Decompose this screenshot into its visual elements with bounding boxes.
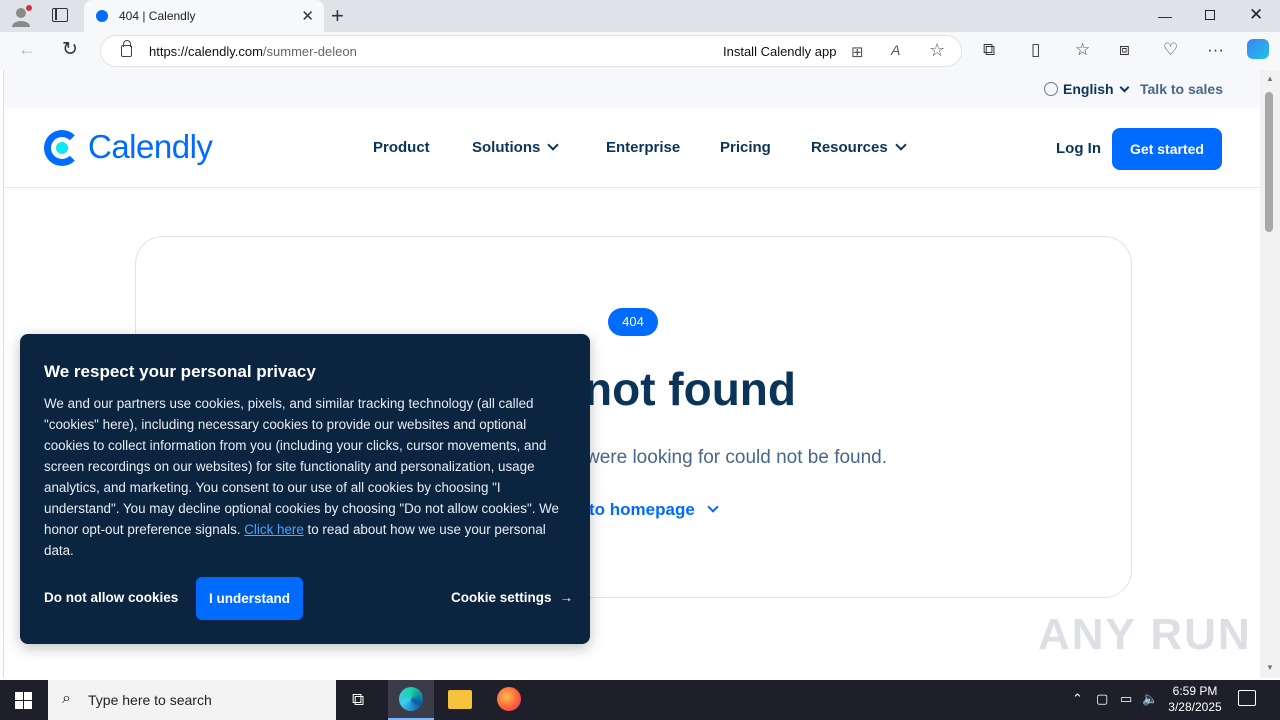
nav-enterprise[interactable]: Enterprise	[606, 139, 680, 156]
tray-chevron-up-icon[interactable]: ⌃	[1072, 691, 1083, 707]
cookie-settings-button[interactable]: Cookie settings →	[451, 590, 573, 605]
clock-date: 3/28/2025	[1168, 700, 1222, 714]
logo-text: Calendly	[88, 128, 213, 165]
window-close-icon[interactable]: ✕	[1249, 5, 1263, 25]
i-understand-button[interactable]: I understand	[196, 577, 303, 620]
nav-pricing[interactable]: Pricing	[720, 139, 771, 156]
login-link[interactable]: Log In	[1056, 140, 1101, 157]
chevron-down-icon	[895, 139, 907, 151]
cookie-consent-dialog: We respect your personal privacy We and …	[20, 334, 590, 644]
minimize-icon[interactable]: —	[1158, 8, 1172, 24]
copilot-icon[interactable]	[1247, 39, 1269, 59]
nav-resources[interactable]: Resources	[811, 139, 907, 156]
read-aloud-icon[interactable]: A	[891, 42, 900, 58]
clock-time: 6:59 PM	[1172, 684, 1218, 698]
more-menu-icon[interactable]: ···	[1207, 40, 1224, 60]
taskbar-search-box[interactable]: ⌕ Type here to search	[48, 680, 336, 720]
tab-actions-icon[interactable]	[52, 8, 68, 22]
network-icon[interactable]: ▭	[1120, 691, 1132, 707]
watermark: ANY RUN	[1038, 610, 1252, 659]
cookie-policy-link[interactable]: Click here	[244, 522, 304, 537]
calendly-favicon-icon	[96, 10, 108, 22]
page-scrollbar[interactable]: ▲ ▼	[1260, 70, 1280, 678]
globe-icon	[1044, 82, 1058, 96]
browser-title-bar: 404 | Calendly ✕ + — ✕	[0, 0, 1280, 32]
windows-start-icon[interactable]	[15, 692, 32, 709]
chevron-down-icon	[1119, 82, 1130, 93]
arrow-right-icon: →	[559, 590, 574, 605]
browser-essentials-icon[interactable]: ♡	[1163, 40, 1178, 60]
favorites-icon[interactable]: ☆	[1075, 40, 1090, 60]
tab-close-icon[interactable]: ✕	[301, 7, 314, 25]
notifications-icon[interactable]	[1238, 690, 1256, 706]
lock-icon[interactable]	[121, 40, 132, 57]
nav-solutions[interactable]: Solutions	[472, 139, 559, 156]
file-explorer-icon[interactable]	[448, 690, 472, 709]
install-app-label[interactable]: Install Calendly app	[723, 44, 836, 59]
cookie-title: We respect your personal privacy	[44, 362, 316, 381]
error-subtext: were looking for could not be found.	[586, 447, 888, 468]
chevron-down-icon	[707, 501, 719, 513]
search-placeholder: Type here to search	[88, 692, 212, 708]
get-started-button[interactable]: Get started	[1112, 128, 1222, 170]
collections-icon[interactable]: ⧈	[1119, 40, 1130, 60]
new-tab-icon[interactable]: +	[331, 3, 344, 29]
scrollbar-thumb[interactable]	[1265, 92, 1273, 232]
app-install-icon[interactable]: ⊞	[851, 43, 864, 61]
task-view-icon[interactable]: ⧉	[352, 690, 364, 710]
main-navigation: Calendly Product Solutions Enterprise Pr…	[4, 108, 1260, 188]
windows-taskbar: ⌕ Type here to search ⧉ ⌃ ▢ ▭ 🔈 6:59 PM …	[0, 680, 1280, 720]
utility-bar: English Talk to sales	[4, 70, 1260, 108]
edge-taskbar-icon[interactable]	[388, 680, 434, 720]
talk-to-sales-link[interactable]: Talk to sales	[1140, 81, 1223, 97]
extensions-icon[interactable]: ⧉	[983, 40, 995, 60]
chevron-down-icon	[547, 139, 559, 151]
search-icon: ⌕	[62, 690, 71, 707]
profile-icon[interactable]	[10, 5, 32, 27]
language-selector[interactable]: English	[1044, 81, 1130, 97]
url-text[interactable]: https://calendly.com/summer-deleon	[149, 44, 357, 59]
volume-icon[interactable]: 🔈	[1142, 691, 1158, 707]
reload-icon[interactable]: ↻	[62, 38, 78, 61]
cookie-body: We and our partners use cookies, pixels,…	[44, 396, 559, 558]
error-code-badge: 404	[608, 308, 658, 336]
tab-title: 404 | Calendly	[119, 9, 196, 23]
restore-icon[interactable]	[1205, 10, 1215, 20]
scroll-up-icon[interactable]: ▲	[1266, 74, 1274, 83]
browser-tab[interactable]: 404 | Calendly ✕	[84, 0, 324, 32]
address-bar[interactable]: https://calendly.com/summer-deleon Insta…	[100, 35, 962, 67]
nav-product[interactable]: Product	[373, 139, 430, 156]
split-screen-icon[interactable]: ▯	[1031, 40, 1040, 60]
scroll-down-icon[interactable]: ▼	[1266, 663, 1274, 672]
favorite-star-icon[interactable]: ☆	[929, 40, 945, 61]
do-not-allow-cookies-button[interactable]: Do not allow cookies	[44, 590, 178, 605]
system-clock[interactable]: 6:59 PM 3/28/2025	[1160, 683, 1230, 715]
calendly-logo-icon	[44, 130, 80, 166]
tray-device-icon[interactable]: ▢	[1096, 691, 1108, 707]
back-icon[interactable]: ←	[18, 39, 36, 60]
firefox-icon[interactable]	[497, 687, 521, 711]
back-to-homepage-link[interactable]: to homepage	[589, 500, 719, 520]
